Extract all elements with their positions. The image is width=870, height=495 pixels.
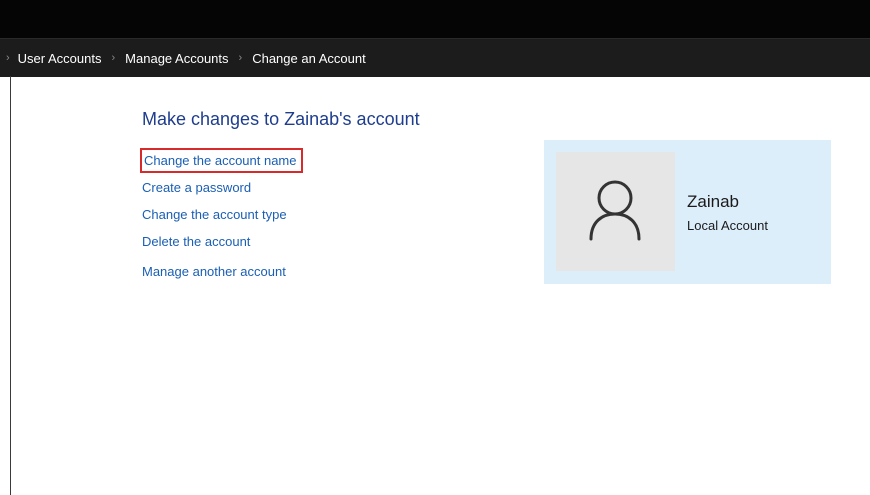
title-bar [0,0,870,38]
link-group-spacer [141,252,303,258]
user-account-card: Zainab Local Account [544,140,831,284]
control-panel-window: › User Accounts › Manage Accounts › Chan… [0,0,870,495]
avatar [556,152,675,271]
page-title: Make changes to Zainab's account [142,109,420,129]
breadcrumb-change-an-account[interactable]: Change an Account [252,51,365,66]
main-content: Make changes to Zainab's account Change … [10,76,870,495]
delete-account-link[interactable]: Delete the account [141,231,303,252]
user-avatar-icon [589,180,641,241]
breadcrumb: › User Accounts › Manage Accounts › Chan… [0,38,870,77]
chevron-right-icon: › [6,52,10,64]
create-password-link[interactable]: Create a password [141,177,303,198]
manage-another-account-link[interactable]: Manage another account [141,261,303,282]
breadcrumb-user-accounts[interactable]: User Accounts [18,51,102,66]
change-account-type-link[interactable]: Change the account type [141,204,303,225]
account-type-label: Local Account [687,218,768,233]
change-account-name-link[interactable]: Change the account name [140,148,303,173]
account-task-links: Change the account name Create a passwor… [140,148,303,282]
chevron-right-icon: › [111,52,116,64]
chevron-right-icon: › [238,52,243,64]
user-name: Zainab [687,192,739,211]
breadcrumb-manage-accounts[interactable]: Manage Accounts [125,51,228,66]
